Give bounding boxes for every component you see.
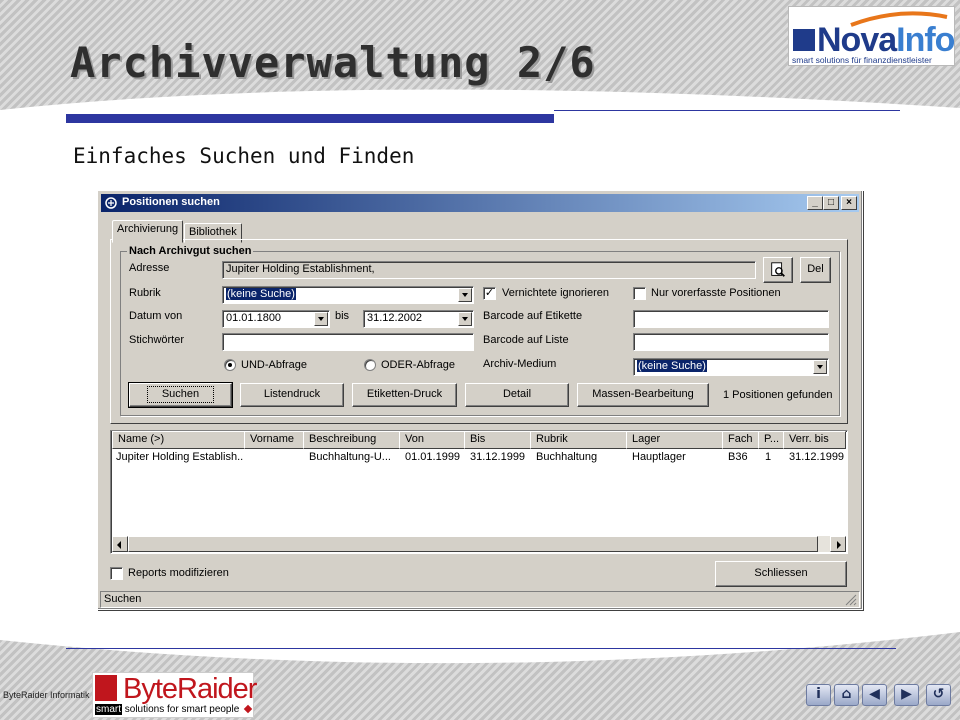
resize-grip-icon[interactable] xyxy=(845,594,857,606)
scrollbar-thumb[interactable] xyxy=(128,536,818,552)
table-cell-fach: B36 xyxy=(728,451,748,463)
column-header-rubrik[interactable]: Rubrik xyxy=(530,431,627,449)
column-header-p[interactable]: P... xyxy=(758,431,784,449)
title-rule xyxy=(554,110,900,111)
vernichtete-label: Vernichtete ignorieren xyxy=(502,287,610,299)
scroll-right-icon[interactable] xyxy=(830,536,846,552)
column-header-von[interactable]: Von xyxy=(399,431,465,449)
column-header-verr-bis[interactable]: Verr. bis xyxy=(783,431,846,449)
suchen-button[interactable]: Suchen xyxy=(128,382,233,408)
status-text: Suchen xyxy=(104,593,142,605)
column-header-vorname[interactable]: Vorname xyxy=(244,431,304,449)
window-title: Positionen suchen xyxy=(122,196,220,208)
label-adresse: Adresse xyxy=(129,262,170,274)
chevron-down-icon[interactable] xyxy=(458,288,472,302)
vernichtete-checkbox[interactable]: ✓ xyxy=(483,287,496,300)
etiketten-druck-button[interactable]: Etiketten-Druck xyxy=(352,383,457,407)
chevron-down-icon[interactable] xyxy=(314,312,328,326)
slide-subtitle: Einfaches Suchen und Finden xyxy=(73,144,415,168)
datum-von-picker[interactable]: 01.01.1800 xyxy=(222,310,330,328)
del-button[interactable]: Del xyxy=(800,257,831,283)
app-icon xyxy=(105,197,117,209)
und-abfrage-label: UND-Abfrage xyxy=(241,359,308,371)
table-cell-bis: 31.12.1999 xyxy=(470,451,526,463)
reports-modifizieren-label: Reports modifizieren xyxy=(128,567,229,579)
next-icon[interactable]: ▶ xyxy=(894,684,919,706)
byteraider-wordmark: ByteRaider xyxy=(123,673,257,705)
logo-square-icon xyxy=(793,29,815,51)
info-icon[interactable]: i xyxy=(806,684,831,706)
label-archiv-medium: Archiv-Medium xyxy=(483,358,557,370)
massen-bearbeitung-button[interactable]: Massen-Bearbeitung xyxy=(577,383,709,407)
label-bis: bis xyxy=(335,310,350,322)
byteraider-tagline: smart solutions for smart people xyxy=(95,704,253,715)
table-cell-lager: Hauptlager xyxy=(632,451,686,463)
byteraider-logo: ByteRaider smart solutions for smart peo… xyxy=(92,672,257,718)
barcode-liste-input[interactable] xyxy=(633,333,829,351)
maximize-button[interactable]: □ xyxy=(823,196,839,210)
schliessen-button[interactable]: Schliessen xyxy=(715,561,847,587)
column-header-name[interactable]: Name (>) xyxy=(112,431,245,449)
previous-icon[interactable]: ◀ xyxy=(862,684,887,706)
nur-vorerfasste-label: Nur vorerfasste Positionen xyxy=(651,287,781,299)
detail-button[interactable]: Detail xyxy=(465,383,569,407)
oder-abfrage-radio[interactable] xyxy=(364,359,376,371)
archiv-medium-combobox[interactable]: (keine Suche) xyxy=(633,358,829,376)
minimize-button[interactable]: _ xyxy=(807,196,823,210)
oder-abfrage-label: ODER-Abfrage xyxy=(381,359,455,371)
table-cell-verr-bis: 31.12.1999 xyxy=(789,451,845,463)
table-cell-beschreibung: Buchhaltung-U... xyxy=(309,451,391,463)
footer-rule xyxy=(66,648,896,649)
und-abfrage-radio[interactable] xyxy=(224,359,236,371)
novainfo-logo: NovaInfo smart solutions für finanzdiens… xyxy=(788,6,955,66)
nur-vorerfasste-checkbox[interactable] xyxy=(633,287,646,300)
label-datum-von: Datum von xyxy=(129,310,183,322)
table-row[interactable]: Jupiter Holding Establish... xyxy=(116,451,244,463)
column-header-beschreibung[interactable]: Beschreibung xyxy=(303,431,400,449)
column-header-bis[interactable]: Bis xyxy=(464,431,531,449)
return-icon[interactable]: ↺ xyxy=(926,684,951,706)
listendruck-button[interactable]: Listendruck xyxy=(240,383,344,407)
barcode-etikette-input[interactable] xyxy=(633,310,829,328)
table-cell-p: 1 xyxy=(765,451,772,463)
label-rubrik: Rubrik xyxy=(129,287,161,299)
close-button[interactable]: × xyxy=(841,196,857,210)
result-count: 1 Positionen gefunden xyxy=(723,389,833,401)
chevron-down-icon[interactable] xyxy=(458,312,472,326)
address-search-button[interactable] xyxy=(763,257,793,283)
stichwoerter-input[interactable] xyxy=(222,333,474,351)
window-titlebar[interactable]: Positionen suchen _ □ × xyxy=(101,194,859,212)
title-accent-bar xyxy=(66,114,554,123)
rubrik-combobox[interactable]: (keine Suche) xyxy=(222,286,474,304)
logo-red-block-icon xyxy=(95,675,117,701)
scroll-left-icon[interactable] xyxy=(112,536,128,552)
magnifier-document-icon xyxy=(771,262,785,277)
status-bar: Suchen xyxy=(100,591,860,608)
column-header-lager[interactable]: Lager xyxy=(626,431,723,449)
reports-modifizieren-checkbox[interactable] xyxy=(110,567,123,580)
slide-title: Archivverwaltung 2/6 xyxy=(70,38,596,87)
tab-archivierung[interactable]: Archivierung xyxy=(112,220,184,243)
home-icon[interactable]: ⌂ xyxy=(834,684,859,706)
novainfo-tagline: smart solutions für finanzdienstleister xyxy=(792,55,932,65)
label-barcode-etikette: Barcode auf Etikette xyxy=(483,310,583,322)
label-stichwoerter: Stichwörter xyxy=(129,334,185,346)
adresse-field[interactable]: Jupiter Holding Establishment, xyxy=(222,261,756,279)
horizontal-scrollbar[interactable] xyxy=(112,536,846,552)
table-cell-von: 01.01.1999 xyxy=(405,451,461,463)
column-header-fach[interactable]: Fach xyxy=(722,431,759,449)
chevron-down-icon[interactable] xyxy=(813,360,827,374)
datum-bis-picker[interactable]: 31.12.2002 xyxy=(363,310,474,328)
table-cell-rubrik: Buchhaltung xyxy=(536,451,598,463)
label-barcode-liste: Barcode auf Liste xyxy=(483,334,569,346)
groupbox-title: Nach Archivgut suchen xyxy=(127,245,254,257)
